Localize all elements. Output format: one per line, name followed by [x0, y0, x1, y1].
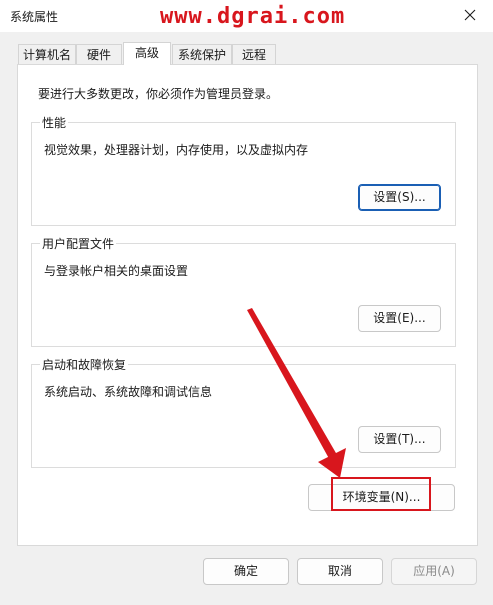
tab-advanced[interactable]: 高级 — [123, 42, 171, 65]
tab-system-protection[interactable]: 系统保护 — [172, 44, 232, 64]
user-profiles-group: 用户配置文件 与登录帐户相关的桌面设置 设置(E)... — [31, 235, 456, 347]
startup-recovery-description: 系统启动、系统故障和调试信息 — [44, 385, 213, 399]
performance-group: 性能 视觉效果，处理器计划，内存使用，以及虚拟内存 设置(S)... — [31, 114, 456, 226]
tab-hardware[interactable]: 硬件 — [76, 44, 122, 64]
close-icon — [464, 9, 476, 21]
user-profiles-group-title: 用户配置文件 — [40, 235, 117, 252]
performance-settings-button[interactable]: 设置(S)... — [358, 184, 441, 211]
performance-description: 视觉效果，处理器计划，内存使用，以及虚拟内存 — [44, 143, 309, 157]
performance-group-title: 性能 — [40, 114, 69, 131]
admin-notice: 要进行大多数更改，你必须作为管理员登录。 — [38, 87, 279, 101]
cancel-button[interactable]: 取消 — [297, 558, 383, 585]
user-profiles-description: 与登录帐户相关的桌面设置 — [44, 264, 189, 278]
dialog-footer: 确定 取消 应用(A) — [0, 546, 493, 605]
ok-button[interactable]: 确定 — [203, 558, 289, 585]
window-title: 系统属性 — [10, 10, 59, 24]
tab-remote[interactable]: 远程 — [232, 44, 276, 64]
system-properties-window: 系统属性 www.dgrai.com 计算机名 硬件 高级 系统保护 远程 要进… — [0, 0, 493, 605]
user-profiles-settings-button[interactable]: 设置(E)... — [358, 305, 441, 332]
title-bar: 系统属性 www.dgrai.com — [0, 0, 493, 32]
startup-recovery-settings-button[interactable]: 设置(T)... — [358, 426, 441, 453]
watermark-text: www.dgrai.com — [160, 4, 346, 29]
environment-variables-button[interactable]: 环境变量(N)... — [308, 484, 455, 511]
close-button[interactable] — [455, 2, 485, 28]
advanced-tab-panel: 要进行大多数更改，你必须作为管理员登录。 性能 视觉效果，处理器计划，内存使用，… — [17, 64, 478, 546]
apply-button[interactable]: 应用(A) — [391, 558, 477, 585]
startup-recovery-group-title: 启动和故障恢复 — [40, 356, 129, 373]
tab-computer-name[interactable]: 计算机名 — [18, 44, 76, 64]
startup-recovery-group: 启动和故障恢复 系统启动、系统故障和调试信息 设置(T)... — [31, 356, 456, 468]
